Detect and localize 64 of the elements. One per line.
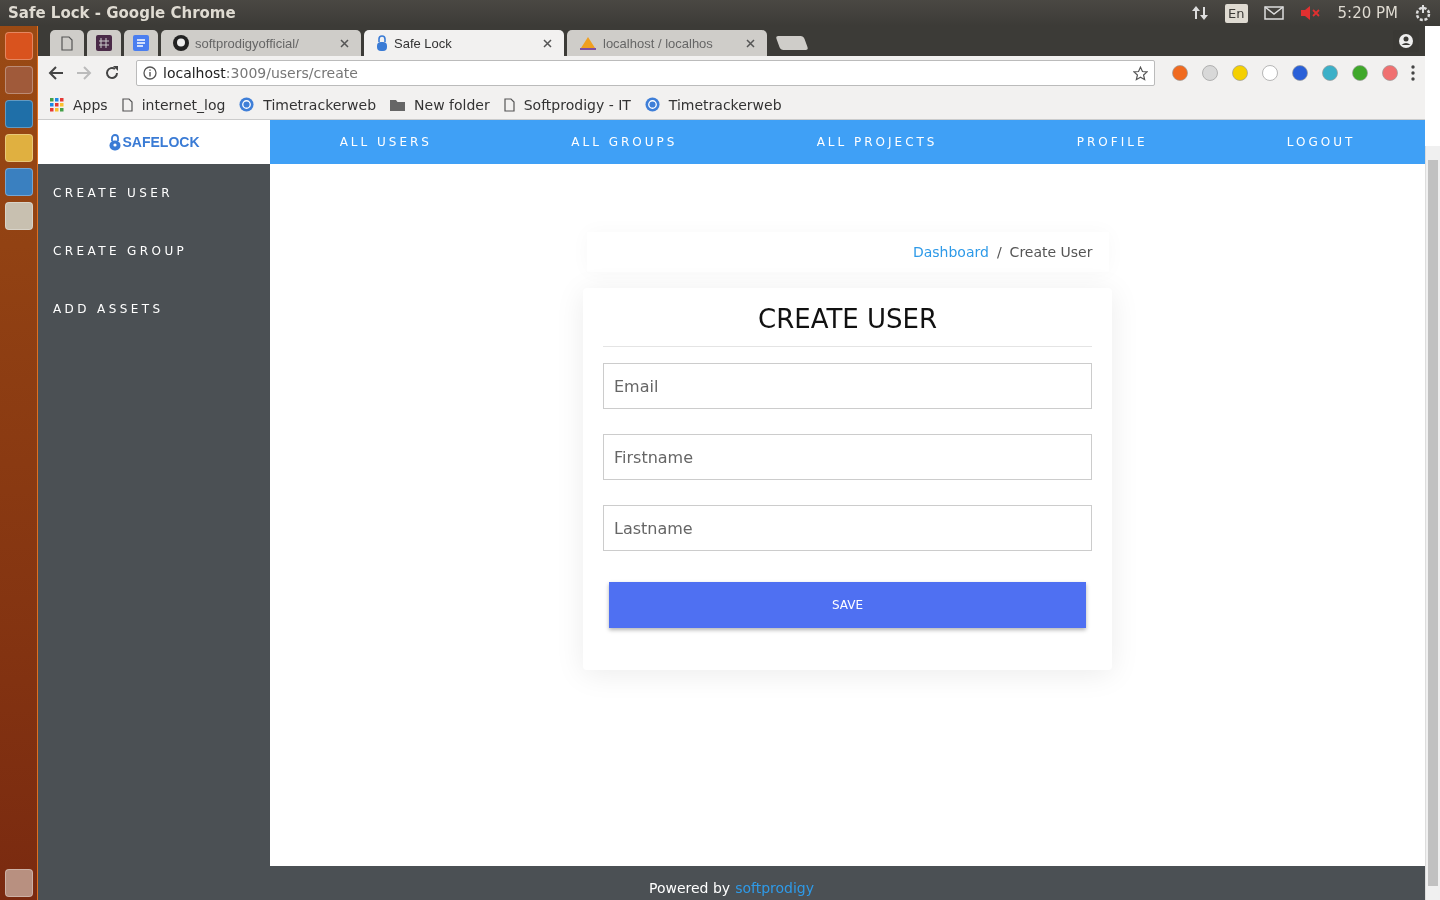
browser-tab[interactable] (87, 30, 121, 56)
document-icon (133, 35, 149, 51)
scrollbar[interactable] (1425, 146, 1440, 900)
bookmark[interactable]: Timetrackerweb (644, 96, 782, 113)
info-icon (143, 66, 157, 80)
trash-icon[interactable] (4, 869, 33, 897)
extension-icon[interactable] (1171, 64, 1189, 82)
back-icon[interactable] (48, 65, 64, 81)
bookmark[interactable]: Timetrackerweb (239, 96, 377, 113)
new-tab-button[interactable] (775, 36, 809, 50)
keyboard-indicator[interactable]: En (1225, 3, 1248, 23)
page-icon (503, 97, 515, 112)
app-icon[interactable] (4, 134, 33, 162)
input-field[interactable]: Firstname (603, 434, 1092, 480)
sidebar-link[interactable]: CREATE USER (38, 164, 270, 222)
clock-icon (644, 97, 660, 112)
extension-icon[interactable] (1291, 64, 1309, 82)
sidebar-link[interactable]: ADD ASSETS (38, 280, 270, 338)
extension-icon[interactable] (1381, 64, 1399, 82)
input-field[interactable]: Email (603, 363, 1092, 409)
hash-icon (96, 35, 112, 51)
clock-icon (239, 97, 255, 112)
sail-icon (579, 36, 597, 50)
lock-icon (108, 133, 121, 151)
bookmark[interactable]: Softprodigy - IT (503, 96, 631, 113)
save-button[interactable]: SAVE (609, 582, 1086, 628)
mail-icon[interactable] (1263, 6, 1284, 20)
bookmark[interactable]: Apps (50, 96, 108, 113)
extension-icon[interactable] (1321, 64, 1339, 82)
apps-grid-icon (50, 97, 64, 112)
sidebar-link[interactable]: CREATE GROUP (38, 222, 270, 280)
extension-icon[interactable] (1351, 64, 1369, 82)
breadcrumb-current: Create User (1009, 244, 1093, 260)
app-icon[interactable] (4, 100, 33, 128)
menu-icon[interactable] (1411, 65, 1415, 81)
page-icon (121, 97, 133, 112)
breadcrumb-separator: / (996, 244, 1002, 260)
power-gear-icon[interactable] (1414, 4, 1432, 22)
address-bar[interactable]: localhost:3009/users/create (136, 60, 1155, 86)
page-icon (61, 35, 73, 51)
folder-icon (390, 98, 406, 111)
close-icon[interactable] (340, 38, 349, 48)
footer-text: Powered by (648, 880, 731, 896)
muted-speaker-icon[interactable] (1299, 6, 1322, 20)
reload-icon[interactable] (104, 65, 120, 81)
star-icon[interactable] (1133, 65, 1148, 81)
safelock-logo[interactable]: SAFELOCK (38, 120, 270, 164)
app-icon[interactable] (4, 202, 33, 230)
network-icon[interactable] (1191, 4, 1210, 22)
bookmark[interactable]: internet_log (121, 96, 226, 113)
app-icon[interactable] (4, 168, 33, 196)
window-title: Safe Lock - Google Chrome (8, 4, 236, 22)
bookmark[interactable]: New folder (390, 96, 490, 113)
app-icon[interactable] (4, 32, 33, 60)
lock-icon (376, 35, 388, 51)
browser-tab[interactable]: localhost / localhos (567, 30, 767, 56)
form-title: CREATE USER (603, 304, 1092, 347)
close-icon[interactable] (543, 38, 552, 48)
browser-tab[interactable]: softprodigyofficial/ (161, 30, 361, 56)
input-field[interactable]: Lastname (603, 505, 1092, 551)
browser-tab[interactable]: Safe Lock (364, 30, 564, 56)
close-icon[interactable] (746, 38, 755, 48)
app-icon[interactable] (4, 66, 33, 94)
clock-time[interactable]: 5:20 PM (1337, 4, 1398, 22)
